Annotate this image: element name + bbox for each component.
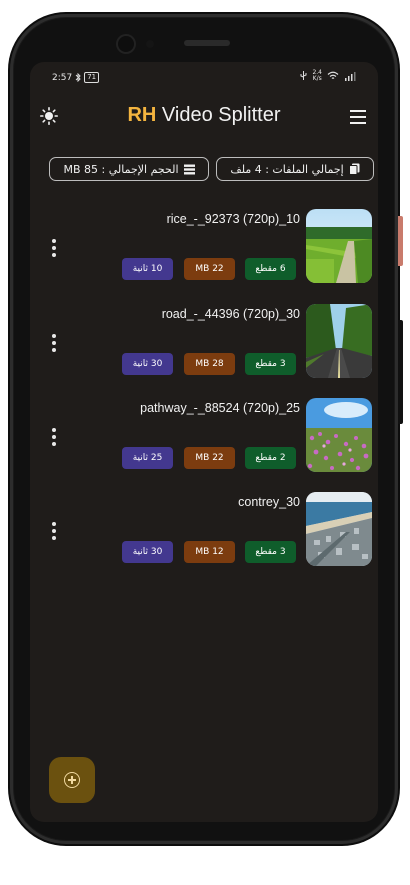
network-speed-unit: K/s [312,75,322,82]
hamburger-menu-icon[interactable] [350,110,366,128]
video-list-item[interactable]: road_-_44396 (720p)_30 3 مقطع 28 MB 30 ث… [30,304,378,384]
power-button [398,216,403,266]
front-sensor [146,40,154,48]
size-badge: 22 MB [184,258,235,280]
video-list-item[interactable]: contrey_30 3 مقطع 12 MB 30 ثانية [30,492,378,572]
video-list-item[interactable]: pathway_-_88524 (720p)_25 2 مقطع 22 MB 2… [30,398,378,478]
video-filename: road_-_44396 (720p)_30 [161,307,300,321]
duration-badge: 25 ثانية [122,447,173,469]
front-camera [118,36,134,52]
segments-badge: 3 مقطع [245,541,296,563]
usb-icon [300,71,307,80]
app-title-brand: RH [127,104,157,126]
video-thumbnail[interactable] [306,492,372,566]
volume-button [398,320,403,424]
duration-badge: 30 ثانية [122,353,173,375]
status-time: 2:57 [52,72,73,83]
network-speed: 2.4 K/s [312,70,322,82]
more-options-icon[interactable] [52,428,56,449]
segments-badge: 3 مقطع [245,353,296,375]
total-files-chip: إجمالي الملفات : 4 ملف [216,157,374,181]
battery-level: 71 [84,72,100,83]
status-bar-left: 2:57 71 [52,72,100,83]
earpiece [184,40,230,46]
size-badge: 12 MB [184,541,235,563]
video-filename: pathway_-_88524 (720p)_25 [140,401,300,415]
size-badge: 28 MB [184,353,235,375]
video-thumbnail[interactable] [306,304,372,378]
wifi-icon [327,71,339,79]
app-title: RH Video Splitter [30,104,378,127]
segments-badge: 2 مقطع [245,447,296,469]
segments-badge: 6 مقطع [245,258,296,280]
bluetooth-icon [75,73,81,82]
size-badge: 22 MB [184,447,235,469]
add-circle-icon [64,772,80,788]
status-bar-right: 2.4 K/s [300,70,356,82]
duration-badge: 30 ثانية [122,541,173,563]
more-options-icon[interactable] [52,334,56,355]
video-filename: rice_-_92373 (720p)_10 [166,212,300,226]
duration-badge: 10 ثانية [122,258,173,280]
more-options-icon[interactable] [52,239,56,260]
copy-files-icon [348,163,360,175]
app-title-text: Video Splitter [156,104,281,126]
video-filename: contrey_30 [238,495,300,509]
signal-icon [345,72,356,81]
storage-list-icon [183,164,195,174]
app-screen: 2:57 71 2.4 K/s RH Video Splitter إجمالي… [30,62,378,822]
video-thumbnail[interactable] [306,209,372,283]
video-thumbnail[interactable] [306,398,372,472]
app-bar: RH Video Splitter [30,96,378,136]
total-size-chip: الحجم الإجمالي : 85 MB [49,157,209,181]
add-video-button[interactable] [49,757,95,803]
total-files-text: إجمالي الملفات : 4 ملف [230,162,344,176]
video-list-item[interactable]: rice_-_92373 (720p)_10 6 مقطع 22 MB 10 ث… [30,209,378,289]
total-size-text: الحجم الإجمالي : 85 MB [63,162,179,176]
more-options-icon[interactable] [52,522,56,543]
